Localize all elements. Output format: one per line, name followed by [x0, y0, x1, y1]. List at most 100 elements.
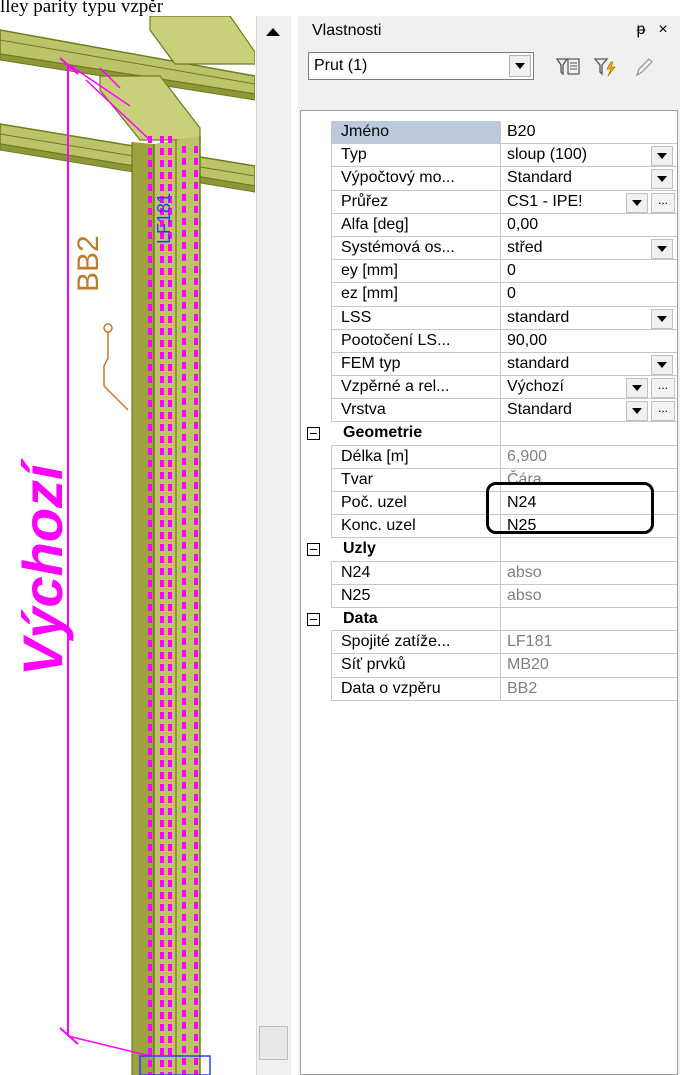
chevron-down-icon[interactable]: [651, 354, 673, 375]
model-viewport[interactable]: Výchozí BB2 LF181: [0, 16, 255, 1075]
chevron-down-icon[interactable]: [626, 378, 648, 399]
property-value[interactable]: Čára: [500, 468, 677, 492]
property-row[interactable]: Alfa [deg] 0,00: [301, 213, 677, 237]
property-row[interactable]: Spojité zatíže... LF181: [301, 631, 677, 655]
property-row[interactable]: Délka [m] 6,900: [301, 445, 677, 469]
property-name[interactable]: Síť prvků: [331, 654, 500, 678]
chevron-down-icon[interactable]: [651, 308, 673, 329]
property-row[interactable]: N24 abso: [301, 561, 677, 585]
property-name[interactable]: Poč. uzel: [331, 492, 500, 516]
property-value[interactable]: standard: [500, 306, 677, 330]
property-value[interactable]: BB2: [500, 677, 677, 701]
property-row[interactable]: Systémová os... střed: [301, 236, 677, 261]
pin-icon[interactable]: ᵽ: [632, 21, 650, 39]
property-value[interactable]: CS1 - IPE!...: [500, 190, 677, 214]
property-value[interactable]: LF181: [500, 631, 677, 655]
selection-combobox[interactable]: Prut (1): [308, 52, 534, 80]
property-value[interactable]: abso: [500, 584, 677, 608]
property-value[interactable]: 0: [500, 260, 677, 284]
pencil-icon[interactable]: [630, 54, 658, 80]
property-name[interactable]: Délka [m]: [331, 445, 500, 469]
collapse-icon[interactable]: [307, 612, 320, 626]
property-group-row[interactable]: Geometrie: [301, 422, 677, 446]
row-gutter: [301, 607, 331, 632]
property-value[interactable]: abso: [500, 561, 677, 585]
group-value-cell: [500, 538, 677, 562]
property-name[interactable]: Vrstva: [331, 399, 500, 423]
property-group-row[interactable]: Data: [301, 607, 677, 632]
property-name[interactable]: Výpočtový mo...: [331, 167, 500, 191]
property-row[interactable]: Vzpěrné a rel... Výchozí...: [301, 376, 677, 400]
filter-lightning-icon[interactable]: [592, 54, 620, 80]
chevron-down-icon[interactable]: [651, 169, 673, 190]
group-label[interactable]: Uzly: [331, 538, 500, 562]
collapse-icon[interactable]: [307, 427, 320, 441]
group-label[interactable]: Geometrie: [331, 422, 500, 446]
property-value[interactable]: 0,00: [500, 213, 677, 237]
property-row[interactable]: ez [mm] 0: [301, 283, 677, 307]
property-name[interactable]: Tvar: [331, 468, 500, 492]
property-value[interactable]: N24: [500, 492, 677, 516]
scroll-thumb[interactable]: [259, 1026, 288, 1060]
filter-select-icon[interactable]: [554, 54, 582, 80]
property-value[interactable]: B20: [500, 121, 677, 145]
property-value[interactable]: MB20: [500, 654, 677, 678]
property-value[interactable]: 0: [500, 283, 677, 307]
property-name[interactable]: Konc. uzel: [331, 515, 500, 539]
property-row[interactable]: LSS standard: [301, 306, 677, 330]
close-icon[interactable]: ×: [654, 21, 672, 39]
property-name[interactable]: Jméno: [331, 121, 500, 145]
property-name[interactable]: Průřez: [331, 190, 500, 214]
viewport-scrollbar[interactable]: [256, 16, 291, 1075]
property-value[interactable]: N25: [500, 515, 677, 539]
chevron-down-icon[interactable]: [626, 401, 648, 422]
property-name[interactable]: Vzpěrné a rel...: [331, 376, 500, 400]
property-name[interactable]: ez [mm]: [331, 283, 500, 307]
property-value[interactable]: Výchozí...: [500, 376, 677, 400]
property-name[interactable]: N24: [331, 561, 500, 585]
property-value[interactable]: Standard: [500, 167, 677, 191]
chevron-down-icon[interactable]: [651, 146, 673, 167]
property-value[interactable]: sloup (100): [500, 144, 677, 168]
property-row[interactable]: Síť prvků MB20: [301, 654, 677, 678]
property-row[interactable]: Konc. uzel N25: [301, 515, 677, 539]
row-gutter: [301, 445, 331, 469]
property-row[interactable]: Tvar Čára: [301, 468, 677, 492]
chevron-down-icon[interactable]: [651, 238, 673, 259]
property-name[interactable]: Pootočení LS...: [331, 329, 500, 353]
property-value[interactable]: standard: [500, 352, 677, 377]
property-row[interactable]: N25 abso: [301, 584, 677, 608]
group-label[interactable]: Data: [331, 607, 500, 632]
property-row[interactable]: Typ sloup (100): [301, 144, 677, 168]
property-name[interactable]: N25: [331, 584, 500, 608]
property-value[interactable]: 90,00: [500, 329, 677, 353]
property-row[interactable]: Pootočení LS... 90,00: [301, 329, 677, 353]
property-group-row[interactable]: Uzly: [301, 538, 677, 562]
property-row[interactable]: FEM typ standard: [301, 352, 677, 377]
property-row[interactable]: Jméno B20: [301, 121, 677, 145]
property-name[interactable]: Systémová os...: [331, 236, 500, 261]
property-value[interactable]: střed: [500, 236, 677, 261]
property-name[interactable]: ey [mm]: [331, 260, 500, 284]
property-name[interactable]: FEM typ: [331, 352, 500, 377]
property-name[interactable]: Alfa [deg]: [331, 213, 500, 237]
property-row[interactable]: Vrstva Standard...: [301, 399, 677, 423]
ellipsis-button[interactable]: ...: [651, 378, 675, 399]
property-name[interactable]: Spojité zatíže...: [331, 631, 500, 655]
ellipsis-button[interactable]: ...: [651, 192, 675, 213]
scroll-up-button[interactable]: [259, 18, 287, 46]
property-row[interactable]: Data o vzpěru BB2: [301, 677, 677, 701]
property-row[interactable]: Poč. uzel N24: [301, 492, 677, 516]
property-name[interactable]: Typ: [331, 144, 500, 168]
property-name[interactable]: Data o vzpěru: [331, 677, 500, 701]
chevron-down-icon[interactable]: [626, 192, 648, 213]
property-row[interactable]: Průřez CS1 - IPE!...: [301, 190, 677, 214]
property-value[interactable]: 6,900: [500, 445, 677, 469]
property-value[interactable]: Standard...: [500, 399, 677, 423]
property-name[interactable]: LSS: [331, 306, 500, 330]
ellipsis-button[interactable]: ...: [651, 401, 675, 422]
property-row[interactable]: Výpočtový mo... Standard: [301, 167, 677, 191]
collapse-icon[interactable]: [307, 543, 320, 557]
chevron-down-icon[interactable]: [509, 55, 531, 77]
property-row[interactable]: ey [mm] 0: [301, 260, 677, 284]
